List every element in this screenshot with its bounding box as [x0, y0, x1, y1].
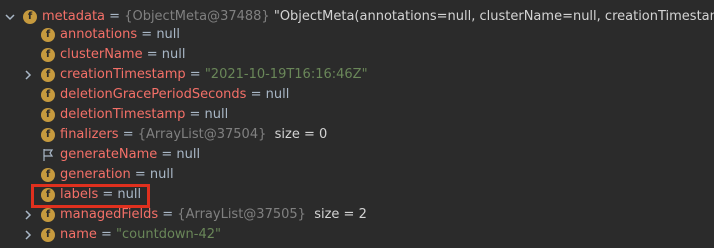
tree-row-text: creationTimestamp = "2021-10-19T16:16:46… [60, 65, 368, 85]
equals-sign: = [130, 167, 150, 182]
field-icon: f [23, 10, 37, 24]
field-name: finalizers [60, 127, 119, 142]
size-sep [266, 127, 274, 142]
tree-row-text: name = "countdown-42" [60, 225, 221, 245]
chevron-right-icon[interactable] [21, 205, 35, 225]
field-icon: f [41, 168, 55, 182]
field-icon: f [41, 108, 55, 122]
tree-row-text: metadata = {ObjectMeta@37488} "ObjectMet… [42, 7, 714, 27]
field-name: generation [60, 167, 131, 182]
field-icon: f [41, 48, 55, 62]
tree-row-text: deletionTimestamp = null [60, 105, 228, 125]
tree-row-text: annotations = null [60, 25, 180, 45]
field-icon: f [41, 28, 55, 42]
object-ref: {ObjectMeta@37488} [124, 9, 270, 24]
chevron-right-icon[interactable] [21, 65, 35, 85]
field-icon: f [41, 228, 55, 242]
field-name: generateName [60, 147, 158, 162]
tree-row-text: managedFields = {ArrayList@37505} size =… [60, 205, 367, 225]
object-ref: {ArrayList@37505} [177, 207, 306, 222]
equals-sign: = [137, 27, 157, 42]
field-value: null [149, 167, 174, 182]
flag-icon [41, 148, 55, 162]
equals-sign: = [185, 107, 205, 122]
field-name: creationTimestamp [60, 67, 186, 82]
equals-sign: = [246, 87, 266, 102]
field-value: null [156, 27, 181, 42]
field-icon: f [41, 88, 55, 102]
field-value: null [161, 47, 186, 62]
tree-row-text: generateName = null [60, 145, 200, 165]
tree-row-text: finalizers = {ArrayList@37504} size = 0 [60, 125, 327, 145]
field-name: name [60, 227, 97, 242]
tree-row-text: generation = null [60, 165, 174, 185]
field-name: metadata [42, 9, 106, 24]
equals-sign: = [157, 147, 177, 162]
debugger-variables-tree: f metadata = {ObjectMeta@37488} "ObjectM… [0, 0, 714, 248]
field-value: null [176, 147, 201, 162]
size-sep [306, 207, 314, 222]
equals-sign: = [118, 127, 138, 142]
object-ref: {ArrayList@37504} [137, 127, 267, 142]
equals-sign: = [105, 9, 125, 24]
field-name: clusterName [60, 47, 143, 62]
field-icon: f [41, 128, 55, 142]
field-value: "countdown-42" [116, 227, 221, 242]
field-name: deletionGracePeriodSeconds [60, 87, 247, 102]
field-value: "2021-10-19T16:16:46Z" [204, 67, 368, 82]
chevron-down-icon[interactable] [3, 7, 17, 27]
object-summary: "ObjectMeta(annotations=null, clusterNam… [273, 9, 714, 24]
chevron-right-icon[interactable] [21, 225, 35, 245]
field-icon: f [41, 208, 55, 222]
field-icon: f [41, 68, 55, 82]
field-name: deletionTimestamp [60, 107, 186, 122]
equals-sign: = [185, 67, 205, 82]
collection-size: size = 2 [314, 207, 367, 222]
equals-sign: = [96, 227, 117, 242]
collection-size: size = 0 [274, 127, 328, 142]
tree-row-text: clusterName = null [60, 45, 185, 65]
field-value: null [204, 107, 229, 122]
tree-row-text: deletionGracePeriodSeconds = null [60, 85, 289, 105]
field-value: null [265, 87, 290, 102]
equals-sign: = [142, 47, 162, 62]
field-name: managedFields [60, 207, 159, 222]
field-name: annotations [60, 27, 138, 42]
equals-sign: = [158, 207, 178, 222]
